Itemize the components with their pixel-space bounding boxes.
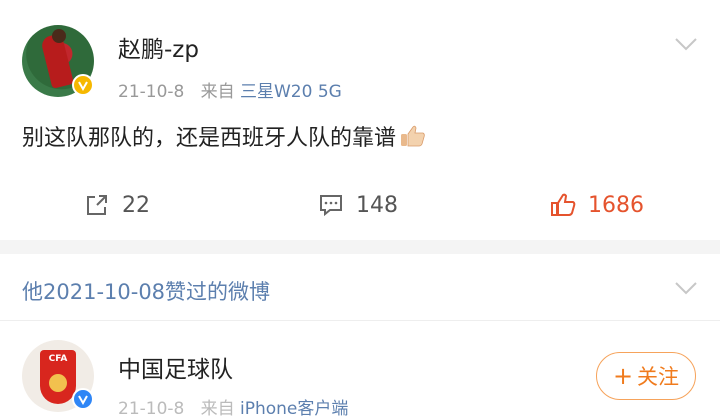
post-text: 别这队那队的，还是西班牙人队的靠谱 — [22, 126, 397, 151]
liked-section-title: 他2021-10-08赞过的微博 — [22, 280, 271, 304]
thumbs-up-emoji-icon — [401, 125, 425, 147]
crest-text: CFA — [48, 354, 68, 364]
cfa-crest-logo: CFA — [40, 350, 76, 404]
follow-button[interactable]: + 关注 — [596, 352, 696, 400]
team-username[interactable]: 中国足球队 — [118, 350, 233, 384]
divider-line — [0, 320, 720, 321]
follow-label: 关注 — [637, 365, 680, 389]
comment-button[interactable]: 148 — [318, 190, 398, 220]
share-icon — [87, 195, 107, 215]
plus-icon: + — [612, 362, 634, 390]
comment-icon — [320, 195, 342, 217]
section-divider — [0, 240, 720, 254]
liked-post-source[interactable]: iPhone客户端 — [240, 399, 348, 419]
like-count: 1686 — [588, 192, 644, 218]
repost-button[interactable]: 22 — [84, 190, 150, 220]
post-source-prefix: 来自 — [200, 82, 235, 102]
repost-count: 22 — [122, 192, 150, 218]
chevron-down-icon[interactable] — [674, 36, 698, 55]
post-content[interactable]: 别这队那队的，还是西班牙人队的靠谱 — [22, 120, 426, 152]
liked-post-meta: 21-10-8 来自 iPhone客户端 — [118, 394, 348, 419]
chevron-down-icon[interactable] — [674, 280, 698, 299]
thumbs-up-icon — [551, 193, 576, 216]
post-meta: 21-10-8 来自 三星W20 5G — [118, 77, 342, 102]
post-username[interactable]: 赵鹏-zp — [118, 30, 199, 64]
verified-badge-icon — [72, 388, 94, 410]
crest-ball-icon — [49, 374, 67, 392]
liked-post-source-prefix: 来自 — [200, 399, 235, 419]
like-button[interactable]: 1686 — [550, 190, 644, 220]
post-date: 21-10-8 — [118, 82, 185, 102]
liked-post-date: 21-10-8 — [118, 399, 185, 419]
avatar-head — [52, 29, 66, 43]
comment-count: 148 — [356, 192, 398, 218]
verified-badge-icon — [72, 74, 94, 96]
post-source[interactable]: 三星W20 5G — [240, 82, 342, 102]
